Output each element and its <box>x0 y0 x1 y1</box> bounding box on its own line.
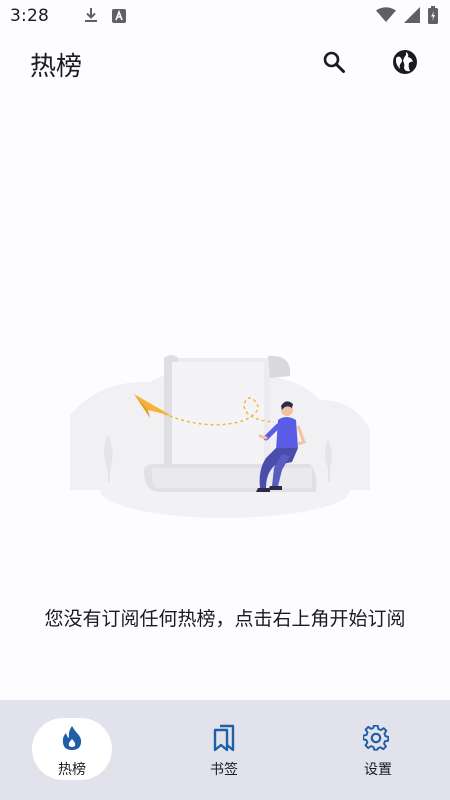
bookmarks-icon <box>210 724 238 752</box>
nav-label-settings: 设置 <box>364 762 392 778</box>
search-icon <box>322 50 346 78</box>
nav-item-bookmarks[interactable]: 书签 <box>150 700 300 800</box>
nav-item-hot-list[interactable]: 热榜 <box>0 700 150 800</box>
status-bar: 3:28 <box>0 0 450 32</box>
bottom-navigation: 热榜 书签 设置 <box>0 700 450 800</box>
nav-label-hot-list: 热榜 <box>58 762 86 778</box>
globe-icon <box>392 49 418 79</box>
a-badge-icon <box>112 8 126 27</box>
download-icon <box>84 7 98 27</box>
gear-icon <box>362 724 390 752</box>
empty-state-illustration <box>60 340 380 530</box>
page-title: 热榜 <box>30 52 83 82</box>
status-system-icons <box>376 6 438 28</box>
language-button[interactable] <box>385 44 425 84</box>
status-time: 3:28 <box>10 6 49 26</box>
nav-item-settings[interactable]: 设置 <box>300 700 450 800</box>
wifi-icon <box>376 7 396 27</box>
search-button[interactable] <box>314 44 354 84</box>
signal-icon <box>404 7 420 27</box>
status-notification-icons <box>84 7 126 27</box>
nav-label-bookmarks: 书签 <box>210 762 238 778</box>
app-bar: 热榜 <box>0 32 450 96</box>
battery-icon <box>428 6 438 28</box>
flame-icon <box>58 724 86 752</box>
empty-state-message: 您没有订阅任何热榜，点击右上角开始订阅 <box>44 608 406 630</box>
